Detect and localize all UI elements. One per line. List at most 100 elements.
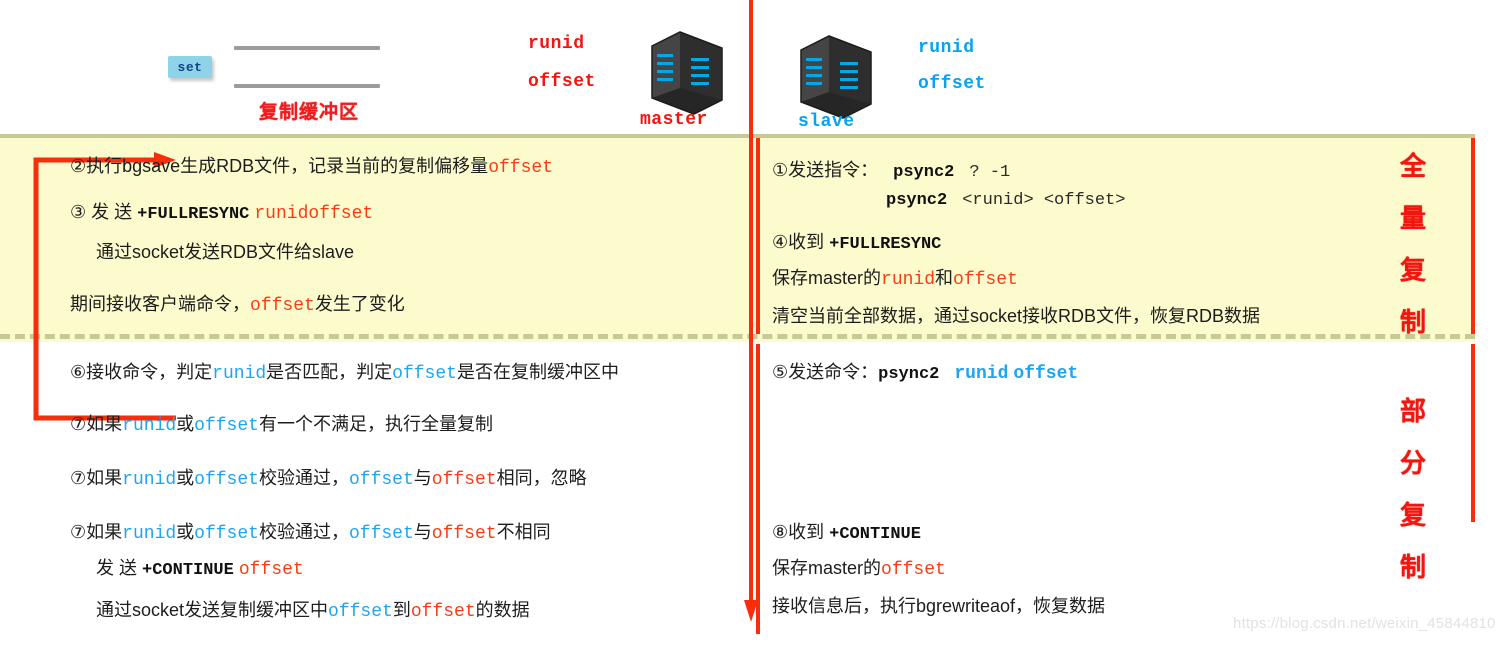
- master-step-7c-sub2-offset-master: offset: [410, 602, 476, 622]
- full-label-char-3: 复: [1399, 255, 1426, 285]
- slave-step-1-args: ? -1: [969, 163, 1011, 182]
- master-offset-change-note: 期间接收客户端命令，offset发生了变化: [70, 290, 405, 316]
- full-label-char-4: 制: [1399, 307, 1426, 337]
- slave-step-5: ⑤发送命令：psync2 runid offset: [772, 358, 1078, 384]
- master-step-7c-offset-slave: offset: [348, 524, 414, 544]
- master-step-7b-c: 校验通过，: [258, 468, 349, 488]
- slave-step-8-line2-a: 保存master的: [772, 558, 882, 578]
- slave-step-1-alt-command: psync2: [886, 191, 948, 210]
- master-note-offset: offset: [250, 296, 315, 316]
- master-step-6-b: 是否匹配，判定: [266, 362, 393, 382]
- slave-step-4: ④收到 +FULLRESYNC: [772, 228, 941, 254]
- master-offset-label: offset: [528, 72, 596, 92]
- master-step-7b-d: 与: [413, 468, 432, 488]
- slave-step-4-line3: 清空当前全部数据，通过socket接收RDB文件，恢复RDB数据: [772, 306, 1261, 326]
- master-to-slave-arrow: [744, 0, 758, 622]
- slave-runid-label: runid: [918, 38, 975, 58]
- slave-step-1: ①发送指令： psync2 ? -1: [772, 156, 1010, 182]
- replication-buffer-line-top: [234, 46, 380, 50]
- slave-step-8-offset: offset: [881, 560, 946, 580]
- master-step-7b-e: 相同，忽略: [496, 468, 587, 488]
- set-command-chip[interactable]: set: [168, 56, 212, 78]
- partial-label-char-4: 制: [1399, 552, 1426, 582]
- replication-buffer-label: 复制缓冲区: [258, 102, 359, 123]
- master-step-7c-offset: offset: [194, 524, 259, 544]
- slave-step-4-line2-b: 和: [935, 268, 954, 288]
- partial-label-char-3: 复: [1399, 500, 1426, 530]
- master-note-prefix: 期间接收客户端命令，: [70, 294, 250, 314]
- master-step-7b-offset-slave: offset: [348, 470, 414, 490]
- slave-step-1-alt: psync2 <runid> <offset>: [886, 188, 1125, 210]
- master-step-6-a: ⑥接收命令，判定: [70, 362, 213, 382]
- master-step-2: ②执行bgsave生成RDB文件，记录当前的复制偏移量offset: [70, 152, 553, 178]
- master-note-suffix: 发生了变化: [314, 294, 405, 314]
- master-step-7c-sub1: 发 送 +CONTINUE offset: [96, 554, 304, 580]
- slave-step-8-command: +CONTINUE: [829, 525, 921, 544]
- master-step-7c-a: ⑦如果: [70, 522, 123, 542]
- partial-section-right-rule: [1471, 344, 1475, 522]
- master-step-7c-e: 不相同: [496, 522, 551, 542]
- master-step-7c-sub2-a: 通过socket发送复制缓冲区中: [96, 600, 329, 620]
- master-step-3-command: +FULLRESYNC: [137, 205, 250, 224]
- slave-step-4-prefix: ④收到: [772, 232, 830, 252]
- partial-replication-vertical-label: 部 分 复 制: [1390, 385, 1436, 593]
- master-server-icon: [651, 31, 723, 115]
- master-step-7a-c: 有一个不满足，执行全量复制: [258, 414, 493, 434]
- slave-step-5-runid: runid: [954, 364, 1009, 384]
- slave-step-8-prefix: ⑧收到: [772, 522, 830, 542]
- master-step-7b-offset: offset: [194, 470, 259, 490]
- master-step-7b-offset-master: offset: [431, 470, 497, 490]
- master-step-7c-sub1-offset: offset: [238, 560, 304, 580]
- master-step-7c-sub2: 通过socket发送复制缓冲区中offset到offset的数据: [96, 596, 530, 622]
- master-step-7c-sub1-prefix: 发 送: [96, 558, 143, 578]
- slave-step-5-prefix: ⑤发送命令：: [772, 362, 879, 382]
- full-label-char-1: 全: [1399, 151, 1426, 181]
- slave-server-icon: [800, 35, 872, 119]
- master-step-7a-b: 或: [176, 414, 195, 434]
- slave-step-1-prefix: ①发送指令：: [772, 160, 879, 180]
- slave-step-5-offset: offset: [1013, 364, 1079, 384]
- watermark: https://blog.csdn.net/weixin_45844810: [1233, 615, 1496, 632]
- master-step-7c-b: 或: [176, 522, 195, 542]
- master-step-7c-sub2-b: 到: [392, 600, 411, 620]
- master-step-2-offset: offset: [488, 158, 553, 178]
- master-step-7c: ⑦如果runid或offset校验通过，offset与offset不相同: [70, 518, 551, 544]
- master-step-7a-runid: runid: [122, 416, 177, 436]
- master-step-3-sub: 通过socket发送RDB文件给slave: [96, 242, 355, 262]
- master-step-7c-continue-command: +CONTINUE: [142, 561, 234, 580]
- master-node-label: master: [640, 110, 708, 130]
- master-runid-label: runid: [528, 34, 585, 54]
- master-step-6-c: 是否在复制缓冲区中: [456, 362, 619, 382]
- slave-step-4-runid: runid: [881, 270, 936, 290]
- slave-step-1-alt-args: <runid> <offset>: [962, 191, 1126, 210]
- slave-step-8-line2: 保存master的offset: [772, 554, 946, 580]
- master-step-6-runid: runid: [212, 364, 267, 384]
- slave-step-1-command: psync2: [893, 163, 955, 182]
- master-step-7c-c: 校验通过，: [258, 522, 349, 542]
- master-step-7c-offset-master: offset: [431, 524, 497, 544]
- master-step-7c-sub2-c: 的数据: [475, 600, 530, 620]
- slave-step-4-line2: 保存master的runid和offset: [772, 264, 1018, 290]
- master-step-3-offset: offset: [308, 204, 374, 224]
- master-step-6: ⑥接收命令，判定runid是否匹配，判定offset是否在复制缓冲区中: [70, 358, 619, 384]
- partial-label-char-2: 分: [1399, 448, 1426, 478]
- slave-offset-label: offset: [918, 74, 986, 94]
- slave-node-label: slave: [798, 112, 855, 132]
- slave-step-8: ⑧收到 +CONTINUE: [772, 518, 921, 544]
- replication-buffer-line-bottom: [234, 84, 380, 88]
- master-step-7a: ⑦如果runid或offset有一个不满足，执行全量复制: [70, 410, 493, 436]
- master-step-7c-sub2-offset-slave: offset: [328, 602, 393, 622]
- master-step-7b: ⑦如果runid或offset校验通过，offset与offset相同，忽略: [70, 464, 587, 490]
- full-label-char-2: 量: [1399, 203, 1426, 233]
- master-step-3-runid: runid: [254, 204, 309, 224]
- full-replication-vertical-label: 全 量 复 制: [1390, 140, 1436, 348]
- section-divider: [0, 334, 1475, 339]
- master-step-7a-a: ⑦如果: [70, 414, 123, 434]
- master-step-2-text: ②执行bgsave生成RDB文件，记录当前的复制偏移量: [70, 156, 489, 176]
- slave-step-5-command: psync2: [878, 365, 940, 384]
- slave-step-4-command: +FULLRESYNC: [829, 235, 942, 254]
- master-step-3: ③ 发 送 +FULLRESYNC runidoffset: [70, 198, 373, 224]
- partial-label-char-1: 部: [1399, 396, 1426, 426]
- master-step-3-prefix: ③ 发 送: [70, 202, 138, 222]
- retry-full-replication-arrow: [33, 152, 176, 421]
